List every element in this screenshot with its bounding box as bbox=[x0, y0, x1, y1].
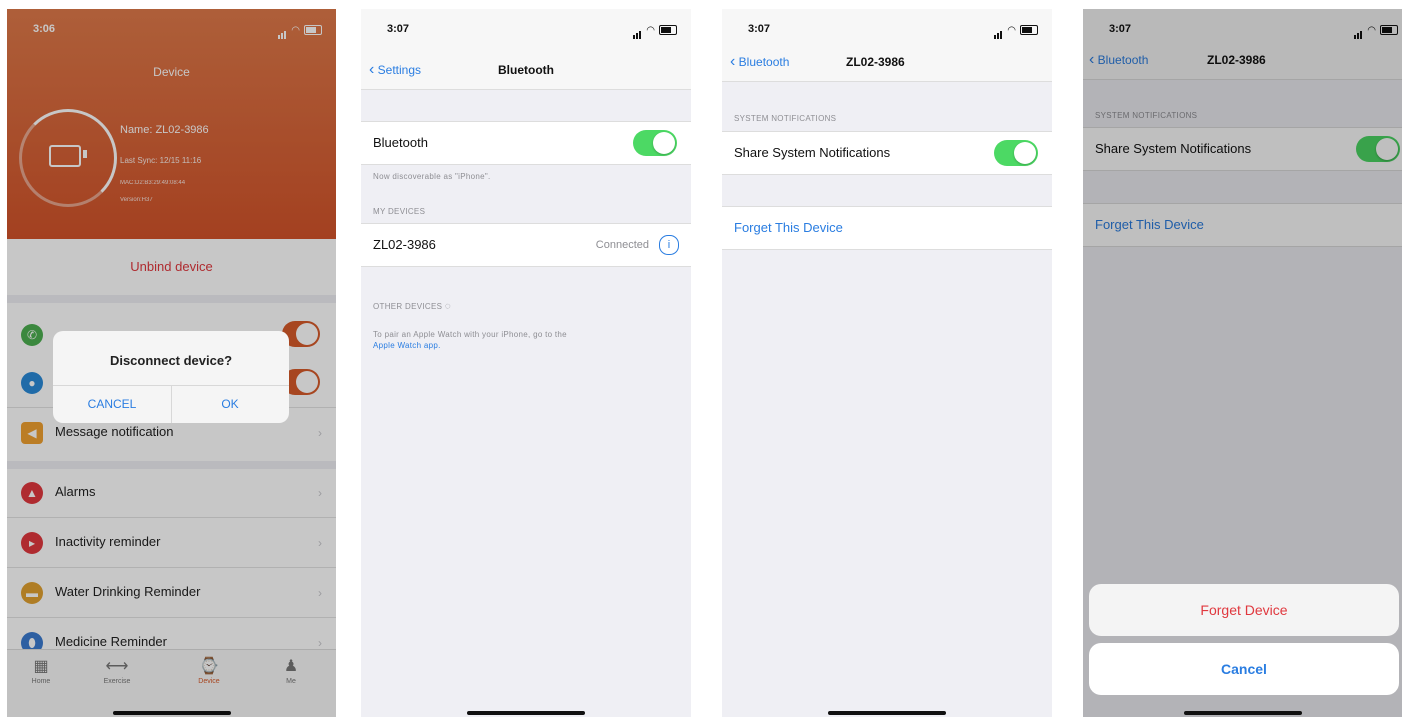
wifi-icon: ◠ bbox=[1007, 24, 1016, 36]
discoverable-text: Now discoverable as "iPhone". bbox=[373, 172, 491, 181]
info-icon[interactable]: i bbox=[659, 235, 679, 255]
forget-device-label: Forget This Device bbox=[734, 220, 843, 235]
section-header: SYSTEM NOTIFICATIONS bbox=[734, 114, 837, 123]
home-indicator bbox=[467, 711, 585, 715]
share-notifications-row: Share System Notifications bbox=[722, 131, 1052, 175]
dialog-ok-button[interactable]: OK bbox=[171, 385, 289, 423]
section-header: OTHER DEVICES ◌ bbox=[373, 301, 452, 312]
nav-bar: 3:07 ◠ ‹ Settings Bluetooth bbox=[361, 9, 691, 90]
spinner-icon: ◌ bbox=[444, 301, 452, 312]
section-header: MY DEVICES bbox=[373, 207, 426, 216]
forget-action-sheet-screen: 3:07 ◠ ‹ Bluetooth ZL02-3986 SYSTEM NOTI… bbox=[1083, 9, 1402, 717]
status-icons: ◠ bbox=[633, 21, 677, 39]
row-label: Bluetooth bbox=[373, 135, 428, 150]
row-label: Share System Notifications bbox=[734, 145, 891, 160]
share-notifications-toggle[interactable] bbox=[994, 140, 1038, 166]
device-name: ZL02-3986 bbox=[373, 237, 436, 252]
pair-text: To pair an Apple Watch with your iPhone,… bbox=[373, 330, 567, 350]
device-row[interactable]: ZL02-3986 Connected i bbox=[361, 223, 691, 267]
battery-icon bbox=[1020, 25, 1038, 35]
disconnect-dialog: Disconnect device? CANCEL OK bbox=[53, 331, 289, 423]
nav-title: Bluetooth bbox=[498, 63, 554, 77]
status-icons: ◠ bbox=[994, 21, 1038, 39]
signal-icon bbox=[633, 21, 642, 39]
home-indicator bbox=[1183, 711, 1302, 715]
signal-icon bbox=[994, 21, 1003, 39]
bluetooth-toggle[interactable] bbox=[633, 130, 677, 156]
forget-device-row[interactable]: Forget This Device bbox=[722, 206, 1052, 250]
forget-device-button[interactable]: Forget Device bbox=[1089, 584, 1399, 636]
bluetooth-row: Bluetooth bbox=[361, 121, 691, 165]
device-detail-screen: 3:07 ◠ ‹ Bluetooth ZL02-3986 SYSTEM NOTI… bbox=[722, 9, 1052, 717]
battery-icon bbox=[659, 25, 677, 35]
cancel-button[interactable]: Cancel bbox=[1089, 643, 1399, 695]
dialog-cancel-button[interactable]: CANCEL bbox=[53, 385, 171, 423]
wifi-icon: ◠ bbox=[646, 24, 655, 36]
dialog-title: Disconnect device? bbox=[109, 353, 233, 368]
nav-bar: 3:07 ◠ ‹ Bluetooth ZL02-3986 bbox=[722, 9, 1052, 82]
bluetooth-settings-screen: 3:07 ◠ ‹ Settings Bluetooth Bluetooth No… bbox=[361, 9, 691, 717]
device-status: Connected bbox=[595, 239, 649, 251]
status-time: 3:07 bbox=[387, 23, 410, 35]
nav-title: ZL02-3986 bbox=[846, 55, 905, 69]
apple-watch-link[interactable]: Apple Watch app. bbox=[373, 341, 441, 350]
status-time: 3:07 bbox=[748, 23, 771, 35]
app-device-screen: 3:06 ◠ Device Name: ZL02-3986 Last Sync:… bbox=[7, 9, 336, 717]
home-indicator bbox=[828, 711, 946, 715]
chevron-left-icon: ‹ bbox=[730, 53, 736, 70]
back-button[interactable]: ‹ Bluetooth bbox=[730, 53, 789, 71]
